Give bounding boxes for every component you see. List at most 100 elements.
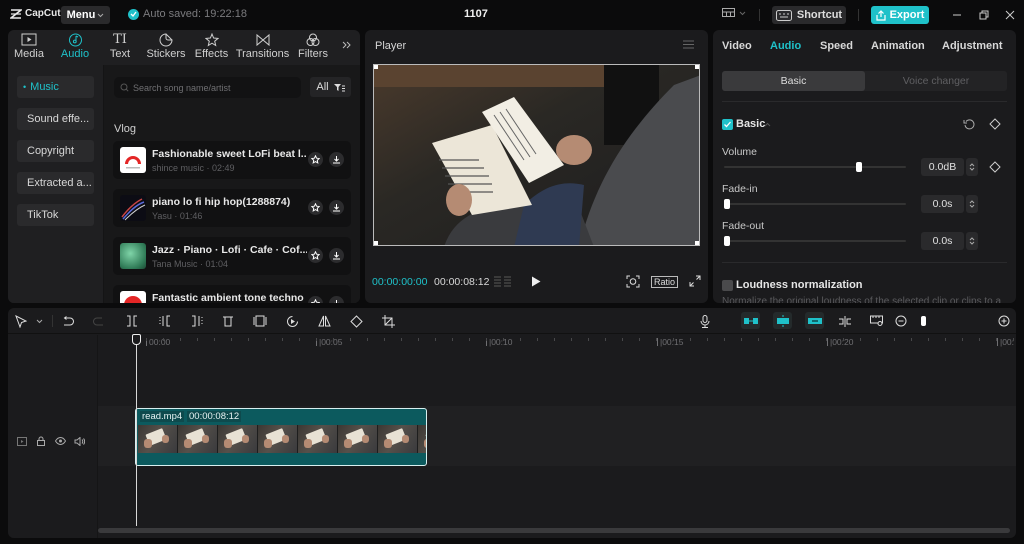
fullscreen-button[interactable] xyxy=(689,275,701,287)
split-left-button[interactable] xyxy=(158,314,172,328)
layout-button[interactable] xyxy=(722,8,746,19)
split-button[interactable] xyxy=(125,314,139,328)
tab-text[interactable]: TI Text xyxy=(109,30,131,65)
category-copyright[interactable]: Copyright xyxy=(17,140,94,162)
download-button[interactable] xyxy=(329,152,344,167)
media-tabs: Media Audio TI Text Stickers Effects Tra… xyxy=(8,30,360,65)
zoom-to-fit-button[interactable] xyxy=(870,314,884,328)
favorite-button[interactable] xyxy=(308,200,323,215)
collapse-button[interactable] xyxy=(764,122,771,127)
select-tool-button[interactable] xyxy=(14,314,28,328)
fade-in-value-input[interactable]: 0.0s xyxy=(921,195,964,213)
auto-snap-button[interactable] xyxy=(773,312,792,329)
download-button[interactable] xyxy=(329,200,344,215)
fade-out-value-input[interactable]: 0.0s xyxy=(921,232,964,250)
star-icon xyxy=(311,155,320,164)
favorite-button[interactable] xyxy=(308,152,323,167)
mirror-button[interactable] xyxy=(317,314,331,328)
playhead-handle[interactable] xyxy=(132,334,141,345)
keyframe-button[interactable] xyxy=(989,118,1001,130)
tab-effects[interactable]: Effects xyxy=(195,30,228,65)
tab-transitions[interactable]: Transitions xyxy=(236,30,289,65)
filter-button[interactable]: All xyxy=(310,77,351,97)
resize-handle[interactable] xyxy=(374,65,378,69)
minimize-button[interactable] xyxy=(950,8,964,22)
preview-axis-button[interactable] xyxy=(838,314,852,328)
crop-button[interactable] xyxy=(381,314,395,328)
export-button[interactable]: Export xyxy=(871,6,929,24)
delete-button[interactable] xyxy=(221,314,235,328)
category-tiktok[interactable]: TikTok xyxy=(17,204,94,226)
fade-out-slider-thumb[interactable] xyxy=(724,236,730,246)
track-mute-button[interactable] xyxy=(73,435,85,447)
restore-button[interactable] xyxy=(977,8,991,22)
reverse-button[interactable] xyxy=(285,314,299,328)
basic-checkbox[interactable] xyxy=(722,119,733,130)
download-button[interactable] xyxy=(329,296,344,303)
category-extracted-audio[interactable]: Extracted a... xyxy=(17,172,94,194)
song-item[interactable]: piano lo fi hip hop(1288874) Yasu · 01:4… xyxy=(113,189,351,227)
volume-value-input[interactable]: 0.0dB xyxy=(921,158,964,176)
rotate-button[interactable] xyxy=(349,314,363,328)
video-preview[interactable] xyxy=(373,64,700,246)
download-button[interactable] xyxy=(329,248,344,263)
zoom-in-button[interactable] xyxy=(997,314,1011,328)
volume-keyframe-button[interactable] xyxy=(989,161,1001,173)
fade-in-slider-thumb[interactable] xyxy=(724,199,730,209)
tab-animation[interactable]: Animation xyxy=(871,40,925,52)
menu-button[interactable]: Menu xyxy=(61,6,110,24)
song-thumbnail xyxy=(120,291,146,303)
volume-stepper[interactable] xyxy=(966,158,978,176)
fade-out-stepper[interactable] xyxy=(966,232,978,250)
main-track-magnet-button[interactable] xyxy=(741,312,760,329)
song-item[interactable]: Jazz · Piano · Lofi · Cafe · Cof... Tana… xyxy=(113,237,351,275)
close-button[interactable] xyxy=(1003,8,1017,22)
track-visibility-button[interactable] xyxy=(54,435,66,447)
search-input[interactable]: Search song name/artist xyxy=(114,77,301,98)
fade-in-stepper[interactable] xyxy=(966,195,978,213)
timeline-ruler[interactable]: 00:00 |00:05 |00:10 |00:15 |00:20 |00: xyxy=(98,335,1016,349)
freeze-button[interactable] xyxy=(253,314,267,328)
fade-out-slider[interactable] xyxy=(724,240,906,242)
tab-stickers[interactable]: Stickers xyxy=(146,30,186,65)
record-audio-button[interactable] xyxy=(698,314,712,328)
track-cover-button[interactable] xyxy=(16,435,28,447)
zoom-out-button[interactable] xyxy=(894,314,908,328)
fade-in-slider[interactable] xyxy=(724,203,906,205)
tab-video[interactable]: Video xyxy=(722,40,752,52)
tab-audio-props[interactable]: Audio xyxy=(770,40,801,52)
zoom-slider-thumb[interactable] xyxy=(921,316,926,326)
category-music[interactable]: Music xyxy=(17,76,94,98)
loudness-checkbox[interactable] xyxy=(722,280,733,291)
tab-filters[interactable]: Filters xyxy=(298,30,328,65)
reset-button[interactable] xyxy=(963,118,975,130)
volume-slider[interactable] xyxy=(724,166,906,168)
song-item[interactable]: Fantastic ambient tone techno xyxy=(113,285,351,303)
more-tabs-button[interactable] xyxy=(342,40,352,50)
tab-audio[interactable]: Audio xyxy=(60,30,90,65)
subtab-voice-changer[interactable]: Voice changer xyxy=(865,71,1007,91)
song-item[interactable]: Fashionable sweet LoFi beat l... shince … xyxy=(113,141,351,179)
redo-button[interactable] xyxy=(92,314,106,328)
select-tool-dropdown[interactable] xyxy=(32,314,46,328)
undo-button[interactable] xyxy=(61,314,75,328)
subtab-basic[interactable]: Basic xyxy=(722,71,865,91)
play-button[interactable] xyxy=(531,276,541,287)
volume-slider-thumb[interactable] xyxy=(856,162,862,172)
player-menu-button[interactable] xyxy=(683,40,694,49)
ratio-button[interactable]: Ratio xyxy=(651,276,679,288)
tab-speed[interactable]: Speed xyxy=(820,40,853,52)
linkage-button[interactable] xyxy=(805,312,824,329)
tab-media[interactable]: Media xyxy=(14,30,44,65)
timecode-format-button[interactable] xyxy=(494,275,511,288)
shortcut-button[interactable]: Shortcut xyxy=(772,6,846,24)
split-right-button[interactable] xyxy=(190,314,204,328)
category-sound-effects[interactable]: Sound effe... xyxy=(17,108,94,130)
timeline-horizontal-scrollbar[interactable] xyxy=(98,528,1010,533)
favorite-button[interactable] xyxy=(308,296,323,303)
fit-zoom-button[interactable] xyxy=(626,275,640,288)
video-clip[interactable]: read.mp4 00:00:08:12 xyxy=(135,408,427,466)
favorite-button[interactable] xyxy=(308,248,323,263)
tab-adjustment[interactable]: Adjustment xyxy=(942,40,1003,52)
track-lock-button[interactable] xyxy=(35,435,47,447)
